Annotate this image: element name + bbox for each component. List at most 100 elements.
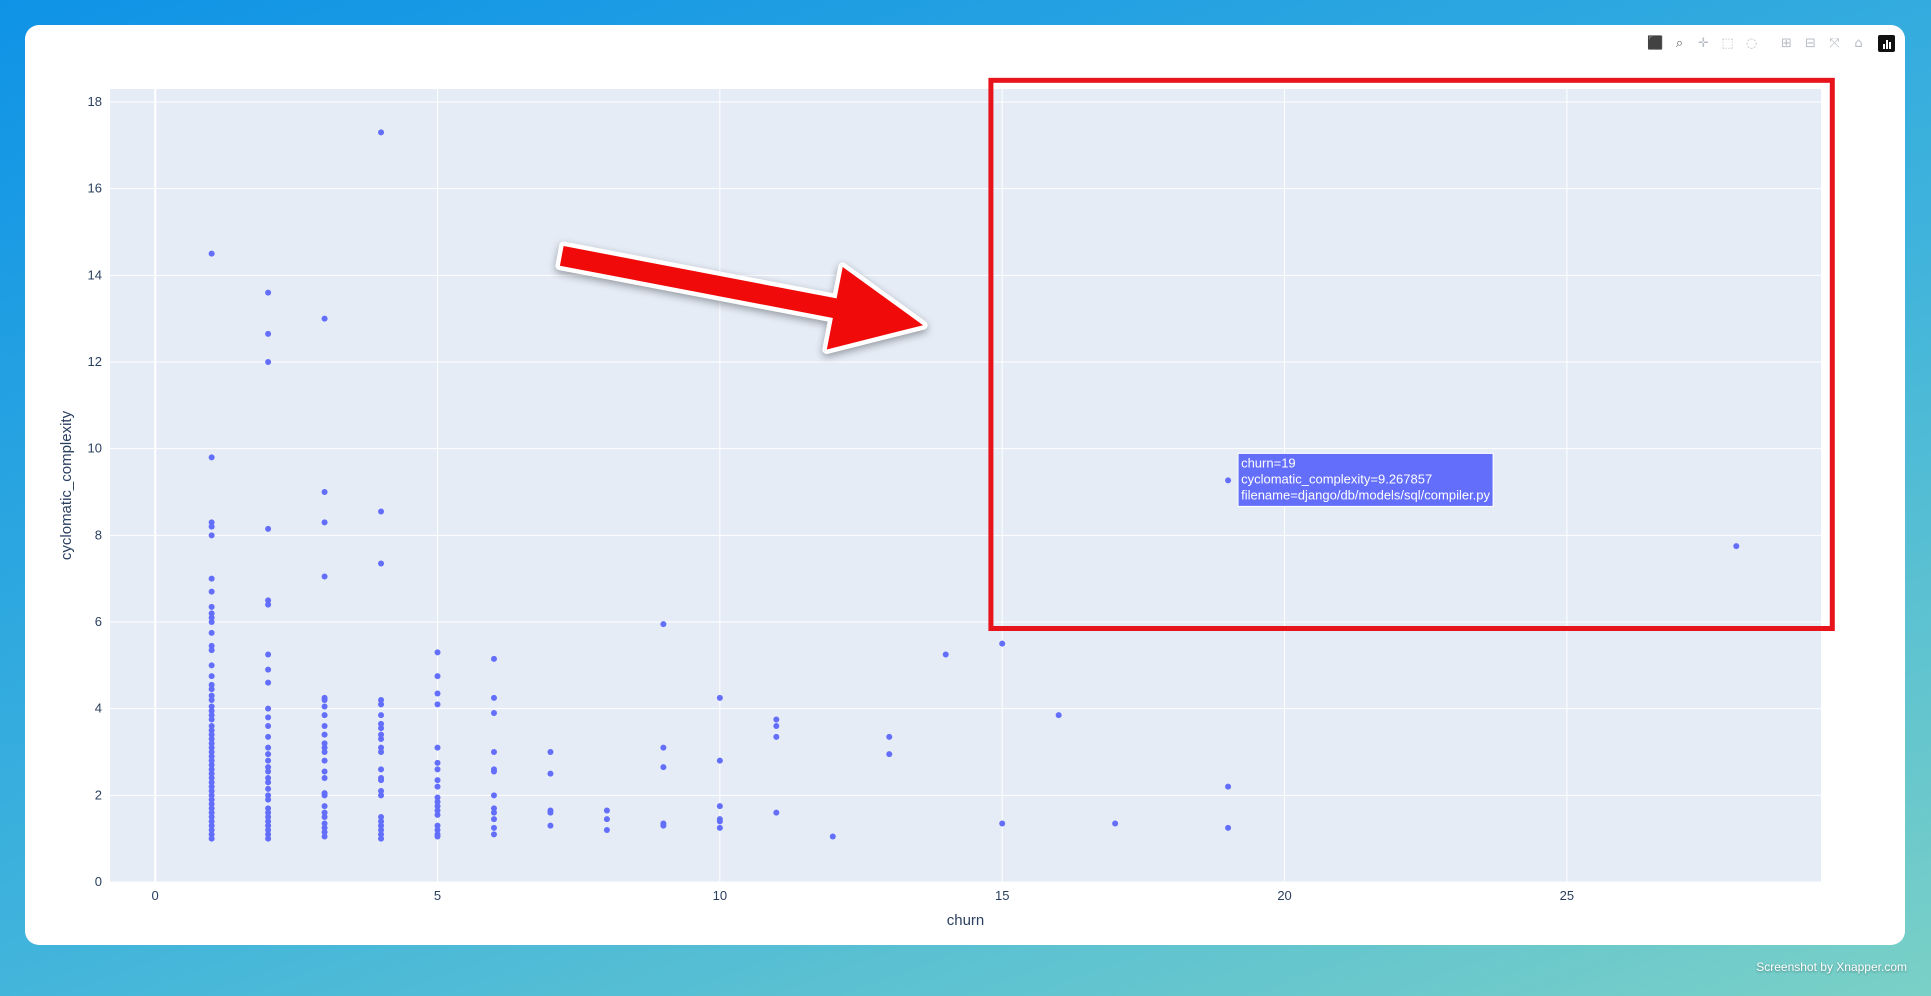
data-point [716, 824, 723, 831]
data-point [490, 824, 497, 831]
data-point [378, 766, 385, 773]
data-point [378, 792, 385, 799]
data-point [208, 647, 215, 654]
data-point [321, 712, 328, 719]
y-tick-label: 4 [95, 701, 102, 716]
x-tick-label: 25 [1560, 888, 1574, 903]
data-point [265, 705, 272, 712]
data-point [208, 716, 215, 723]
data-point [208, 697, 215, 703]
data-point [547, 770, 554, 777]
data-point [265, 768, 272, 775]
data-point [603, 827, 610, 833]
data-point [321, 775, 328, 781]
data-point [716, 757, 723, 764]
data-point [490, 809, 497, 816]
data-point [265, 744, 272, 751]
data-point [773, 809, 780, 816]
data-point [265, 679, 272, 686]
data-point [434, 690, 441, 697]
data-point [434, 766, 441, 773]
data-point [434, 777, 441, 784]
data-point [321, 315, 328, 322]
data-point [208, 662, 215, 669]
data-point [265, 330, 272, 337]
data-point [378, 835, 385, 842]
data-point [660, 744, 667, 751]
data-point [1733, 543, 1740, 550]
data-point [999, 640, 1006, 647]
data-point [208, 629, 215, 636]
data-point [265, 779, 272, 786]
data-point [716, 803, 723, 810]
data-point [378, 736, 385, 742]
data-point [321, 723, 328, 729]
data-point [490, 694, 497, 701]
data-point [265, 723, 272, 729]
data-point [265, 835, 272, 842]
data-point [490, 749, 497, 755]
data-point [208, 532, 215, 539]
y-tick-label: 14 [88, 267, 102, 282]
screenshot-credit: Screenshot by Xnapper.com [1756, 960, 1907, 974]
data-point [208, 250, 215, 257]
data-point [208, 686, 215, 693]
data-point [265, 666, 272, 673]
data-point [265, 601, 272, 608]
data-point [547, 809, 554, 816]
data-point [208, 603, 215, 610]
data-point [434, 759, 441, 766]
data-point [208, 835, 215, 842]
data-point [773, 723, 780, 729]
data-point [378, 508, 385, 515]
data-point [265, 785, 272, 792]
x-tick-label: 0 [152, 888, 159, 903]
data-point [321, 833, 328, 840]
data-point [434, 673, 441, 680]
data-point [434, 744, 441, 751]
data-point [434, 783, 441, 790]
x-tick-label: 5 [434, 888, 441, 903]
data-point [490, 768, 497, 775]
y-tick-label: 16 [88, 181, 102, 196]
data-point [547, 749, 554, 755]
data-point [265, 796, 272, 803]
data-point [265, 525, 272, 532]
data-point [208, 588, 215, 595]
x-tick-label: 15 [995, 888, 1009, 903]
data-point [490, 816, 497, 823]
data-point [773, 716, 780, 723]
data-point [378, 560, 385, 567]
data-point [265, 289, 272, 296]
y-tick-label: 0 [95, 874, 102, 889]
data-point [490, 792, 497, 799]
data-point [321, 703, 328, 710]
data-point [321, 697, 328, 703]
data-point [434, 701, 441, 708]
data-point [208, 523, 215, 530]
data-point [490, 655, 497, 662]
x-axis-title: churn [947, 912, 985, 929]
data-point [829, 833, 836, 840]
data-point [378, 129, 385, 136]
data-point [603, 807, 610, 814]
data-point [378, 712, 385, 719]
data-point [660, 621, 667, 628]
data-point [1225, 477, 1232, 484]
data-point [1055, 712, 1062, 719]
data-point [999, 820, 1006, 827]
data-point [208, 619, 215, 625]
plot-area [110, 89, 1821, 882]
data-point [773, 733, 780, 740]
hover-label-line: cyclomatic_complexity=9.267857 [1241, 471, 1432, 486]
x-tick-label: 20 [1277, 888, 1291, 903]
data-point [660, 764, 667, 771]
data-point [208, 454, 215, 461]
data-point [208, 673, 215, 680]
data-point [886, 733, 893, 740]
data-point [942, 651, 949, 658]
data-point [716, 694, 723, 701]
y-tick-label: 18 [88, 94, 102, 109]
data-point [547, 822, 554, 829]
data-point [321, 768, 328, 775]
